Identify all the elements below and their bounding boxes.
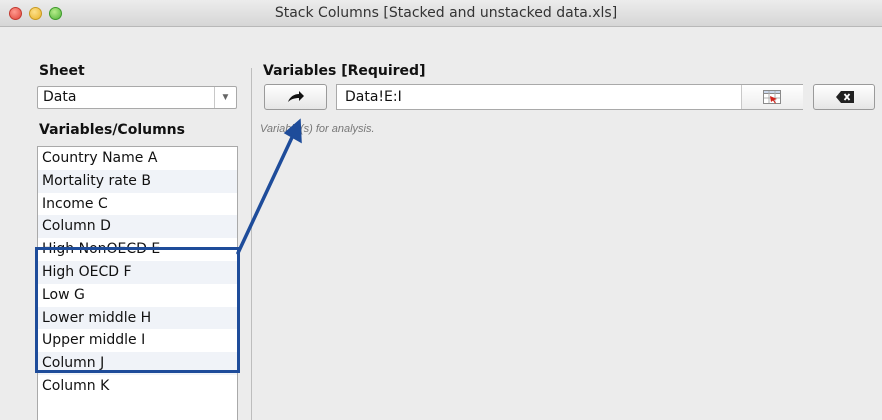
sheet-label: Sheet [39, 63, 85, 79]
title-bar: Stack Columns [Stacked and unstacked dat… [0, 0, 882, 27]
variables-range-field[interactable]: Data!E:I [336, 84, 803, 110]
sheet-select[interactable]: Data ▼ [37, 86, 237, 109]
variables-range-value: Data!E:I [345, 89, 402, 105]
list-item[interactable]: Column K [38, 375, 237, 398]
list-item[interactable]: Column J [38, 352, 237, 375]
list-item[interactable]: Mortality rate B [38, 169, 237, 193]
list-item[interactable]: Upper middle I [38, 329, 237, 352]
sheet-selected-value: Data [43, 89, 77, 105]
chevron-down-icon[interactable]: ▼ [214, 87, 236, 108]
panel-divider [251, 68, 252, 420]
clear-variables-button[interactable] [813, 84, 875, 110]
variables-columns-list[interactable]: Country Name A Mortality rate B Income C… [37, 146, 238, 420]
list-item[interactable]: High NonOECD E [38, 238, 237, 261]
list-item[interactable]: Low G [38, 284, 237, 307]
list-item[interactable]: Column D [38, 215, 237, 239]
list-item[interactable]: High OECD F [38, 260, 237, 284]
variables-columns-label: Variables/Columns [39, 122, 185, 138]
list-item[interactable]: Income C [38, 193, 237, 216]
arrow-right-icon [287, 91, 304, 102]
window-title: Stack Columns [Stacked and unstacked dat… [274, 5, 618, 21]
range-select-icon [763, 90, 781, 104]
list-item[interactable]: Country Name A [38, 147, 237, 170]
range-select-button[interactable] [741, 85, 803, 109]
delete-backspace-icon [836, 91, 854, 103]
list-item[interactable]: Lower middle H [38, 306, 237, 330]
variables-hint: Variable(s) for analysis. [260, 123, 375, 135]
variables-required-label: Variables [Required] [263, 63, 426, 79]
add-variables-button[interactable] [264, 84, 327, 110]
stack-columns-dialog: Stack Columns [Stacked and unstacked dat… [0, 0, 882, 420]
